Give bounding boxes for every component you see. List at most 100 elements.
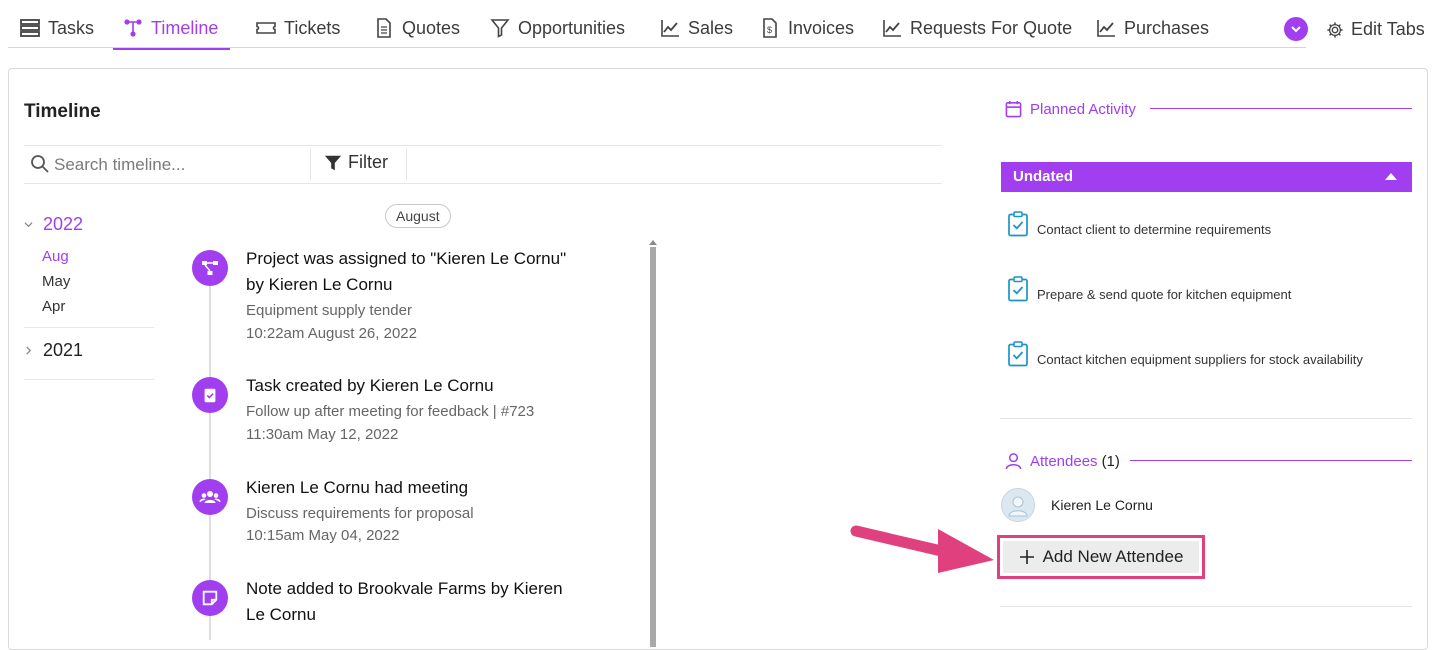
- year-divider: [24, 379, 154, 380]
- attendees-heading: Attendees (1): [1005, 452, 1120, 470]
- clipboard-check-icon: [1008, 341, 1028, 367]
- event-subtitle: Follow up after meeting for feedback | #…: [246, 403, 535, 420]
- planned-activity-heading: Planned Activity: [1005, 100, 1136, 118]
- year-label: 2021: [43, 340, 84, 360]
- clipboard-check-icon: [1008, 276, 1028, 302]
- task-label: Contact client to determine requirements: [1037, 222, 1272, 237]
- task-label: Prepare & send quote for kitchen equipme…: [1037, 287, 1292, 302]
- clipboard-check-icon: [1008, 211, 1028, 237]
- year-label: 2022: [43, 214, 84, 234]
- ticket-icon: [256, 22, 276, 34]
- planned-task-item[interactable]: Contact kitchen equipment suppliers for …: [1007, 341, 1363, 367]
- invoice-icon: $: [763, 18, 777, 38]
- event-icon-badge: [192, 479, 228, 515]
- document-icon: [377, 18, 391, 38]
- toolbar-divider: [406, 148, 407, 181]
- event-icon-badge: [192, 250, 228, 286]
- funnel-icon: [490, 19, 510, 38]
- timeline-scrollbar[interactable]: [650, 247, 656, 647]
- attendee-name: Kieren Le Cornu: [1051, 497, 1153, 513]
- chevron-down-icon: [1291, 26, 1301, 33]
- planned-task-item[interactable]: Contact client to determine requirements: [1007, 211, 1271, 237]
- trend-icon: [661, 20, 679, 37]
- month-aug[interactable]: Aug: [42, 248, 69, 265]
- tab-divider: [8, 47, 1306, 48]
- caret-up-icon: [1385, 173, 1397, 180]
- filter-label: Filter: [348, 152, 388, 172]
- tab-opportunities[interactable]: Opportunities: [490, 8, 625, 48]
- timeline-title: Timeline: [24, 101, 101, 122]
- search-icon: [31, 155, 49, 173]
- avatar: [1001, 488, 1035, 522]
- edit-tabs-button[interactable]: Edit Tabs: [1326, 19, 1425, 40]
- planned-task-item[interactable]: Prepare & send quote for kitchen equipme…: [1007, 276, 1291, 302]
- tab-timeline[interactable]: Timeline: [112, 8, 231, 50]
- attendee-row[interactable]: Kieren Le Cornu: [1001, 488, 1153, 522]
- filter-icon: [324, 155, 342, 170]
- event-subtitle: Discuss requirements for proposal: [246, 505, 474, 522]
- event-title: Note added to Brookvale Farms by Kieren …: [246, 579, 563, 624]
- tab-quotes[interactable]: Quotes: [374, 8, 460, 48]
- section-rule: [1130, 460, 1412, 461]
- event-title: Kieren Le Cornu had meeting: [246, 478, 469, 497]
- year-2021[interactable]: 2021: [24, 340, 83, 361]
- event-time: 10:22am August 26, 2022: [246, 325, 417, 342]
- edit-tabs-label: Edit Tabs: [1351, 19, 1425, 39]
- note-icon: [202, 590, 218, 606]
- event-title: Project was assigned to "Kieren Le Cornu…: [246, 249, 567, 294]
- project-icon: [202, 261, 218, 275]
- month-apr[interactable]: Apr: [42, 298, 65, 315]
- filter-button[interactable]: Filter: [324, 152, 388, 173]
- event-icon-badge: [192, 580, 228, 616]
- avatar-icon: [1008, 496, 1028, 517]
- meeting-icon: [199, 491, 221, 503]
- year-divider: [24, 327, 154, 328]
- section-title: Attendees: [1030, 452, 1098, 470]
- tab-requests-for-quote[interactable]: Requests For Quote: [882, 8, 1072, 48]
- trend-icon: [1097, 20, 1115, 37]
- timeline-icon: [124, 19, 142, 37]
- event-time: 10:15am May 04, 2022: [246, 527, 400, 544]
- calendar-icon: [1005, 100, 1022, 118]
- event-subtitle: Equipment supply tender: [246, 302, 412, 319]
- tab-invoices[interactable]: $ Invoices: [760, 8, 854, 48]
- add-attendee-button[interactable]: Add New Attendee: [1003, 541, 1199, 573]
- pointer-arrow-annotation: [850, 525, 994, 573]
- toolbar-divider: [310, 148, 311, 181]
- chevron-down-icon: [24, 222, 33, 228]
- task-label: Contact kitchen equipment suppliers for …: [1037, 352, 1363, 367]
- plus-icon: [1019, 550, 1034, 564]
- month-badge: August: [385, 204, 451, 228]
- trend-icon: [883, 20, 901, 37]
- tab-label: Timeline: [151, 17, 219, 38]
- attendee-count: (1): [1101, 452, 1120, 470]
- tab-tasks[interactable]: Tasks: [20, 8, 94, 48]
- gear-icon: [1327, 21, 1343, 38]
- tab-label: Purchases: [1124, 17, 1210, 38]
- scroll-up-arrow[interactable]: [649, 240, 657, 245]
- task-icon: [204, 388, 216, 403]
- tab-label: Tickets: [284, 17, 341, 38]
- search-input[interactable]: [52, 150, 336, 180]
- event-icon-badge: [192, 377, 228, 413]
- event-title: Task created by Kieren Le Cornu: [246, 376, 494, 395]
- tab-tickets[interactable]: Tickets: [256, 8, 340, 48]
- tab-sales[interactable]: Sales: [660, 8, 733, 48]
- more-tabs-button[interactable]: [1284, 17, 1308, 41]
- month-may[interactable]: May: [42, 273, 70, 290]
- undated-group-header[interactable]: Undated: [1001, 162, 1412, 192]
- section-title: Planned Activity: [1030, 100, 1136, 118]
- group-label: Undated: [1013, 168, 1073, 185]
- svg-text:$: $: [767, 25, 772, 35]
- section-divider: [1000, 418, 1412, 419]
- tab-purchases[interactable]: Purchases: [1096, 8, 1209, 48]
- tab-label: Sales: [688, 17, 734, 38]
- tab-label: Invoices: [788, 17, 855, 38]
- year-2022[interactable]: 2022: [24, 214, 83, 235]
- add-attendee-highlight: Add New Attendee: [997, 535, 1205, 579]
- tab-label: Tasks: [48, 17, 95, 38]
- tab-label: Requests For Quote: [910, 17, 1073, 38]
- tasks-icon: [20, 19, 40, 37]
- section-rule: [1150, 108, 1412, 109]
- tab-bar: Tasks Timeline Tickets Quotes Opportunit…: [0, 0, 1441, 50]
